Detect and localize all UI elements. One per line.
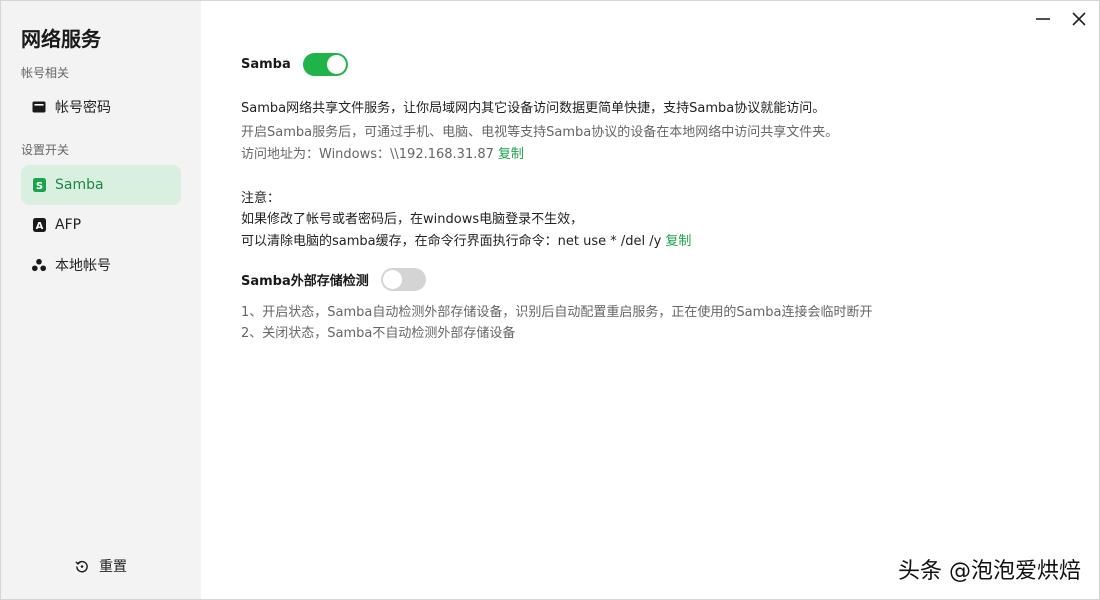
samba-title: Samba xyxy=(241,57,291,72)
external-title: Samba外部存储检测 xyxy=(241,274,369,289)
sidebar-item-label: AFP xyxy=(55,217,82,233)
sidebar-item-afp[interactable]: A AFP xyxy=(21,205,181,245)
samba-s-icon: S xyxy=(32,178,46,192)
copy-command-link[interactable]: 复制 xyxy=(665,234,691,249)
sidebar-item-label: 帐号密码 xyxy=(55,100,111,116)
sidebar-item-account-password[interactable]: 帐号密码 xyxy=(21,87,181,127)
note-line-2: 可以清除电脑的samba缓存，在命令行界面执行命令：net use * /del… xyxy=(241,230,691,249)
toggle-knob xyxy=(326,55,346,74)
app-title: 网络服务 xyxy=(21,27,101,51)
sidebar-item-samba[interactable]: S Samba xyxy=(21,165,181,205)
watermark: 头条 @泡泡爱烘焙 xyxy=(898,559,1081,584)
sidebar: 网络服务 帐号相关 帐号密码 设置开关 S Samba A AFP 本地帐号 重… xyxy=(1,1,201,599)
note-line-1: 如果修改了帐号或者密码后，在windows电脑登录不生效， xyxy=(241,212,584,227)
reset-button[interactable]: 重置 xyxy=(75,556,127,576)
section-label-account: 帐号相关 xyxy=(21,66,70,80)
samba-usage-text: 开启Samba服务后，可通过手机、电脑、电视等支持Samba协议的设备在本地网络… xyxy=(241,125,839,140)
samba-address-line: 访问地址为：Windows：\\192.168.31.87 复制 xyxy=(241,143,524,162)
samba-address: 访问地址为：Windows：\\192.168.31.87 xyxy=(241,147,494,162)
note-command: 可以清除电脑的samba缓存，在命令行界面执行命令：net use * /del… xyxy=(241,234,662,249)
sidebar-item-label: 本地帐号 xyxy=(55,258,111,274)
reset-label: 重置 xyxy=(99,559,127,575)
samba-toggle[interactable] xyxy=(302,53,348,76)
main-content: Samba Samba网络共享文件服务，让你局域网内其它设备访问数据更简单快捷，… xyxy=(241,1,1081,599)
sidebar-item-local-account[interactable]: 本地帐号 xyxy=(21,245,181,285)
afp-a-icon: A xyxy=(32,218,46,232)
note-title: 注意： xyxy=(241,191,281,206)
external-item-1: 1、开启状态，Samba自动检测外部存储设备，识别后自动配置重启服务，正在使用的… xyxy=(241,305,873,320)
section-label-settings: 设置开关 xyxy=(21,143,70,157)
external-storage-toggle[interactable] xyxy=(380,268,426,291)
samba-header: Samba xyxy=(241,53,348,76)
users-icon xyxy=(32,258,46,272)
external-header: Samba外部存储检测 xyxy=(241,268,426,291)
external-item-2: 2、关闭状态，Samba不自动检测外部存储设备 xyxy=(241,326,516,341)
sidebar-item-label: Samba xyxy=(55,177,104,193)
svg-text:A: A xyxy=(35,221,43,232)
samba-description: Samba网络共享文件服务，让你局域网内其它设备访问数据更简单快捷，支持Samb… xyxy=(241,101,826,116)
card-icon xyxy=(32,100,46,114)
reset-icon xyxy=(75,559,89,573)
app-window: 网络服务 帐号相关 帐号密码 设置开关 S Samba A AFP 本地帐号 重… xyxy=(0,0,1100,600)
svg-text:S: S xyxy=(35,181,42,192)
copy-address-link[interactable]: 复制 xyxy=(498,147,524,162)
toggle-knob xyxy=(382,270,402,289)
